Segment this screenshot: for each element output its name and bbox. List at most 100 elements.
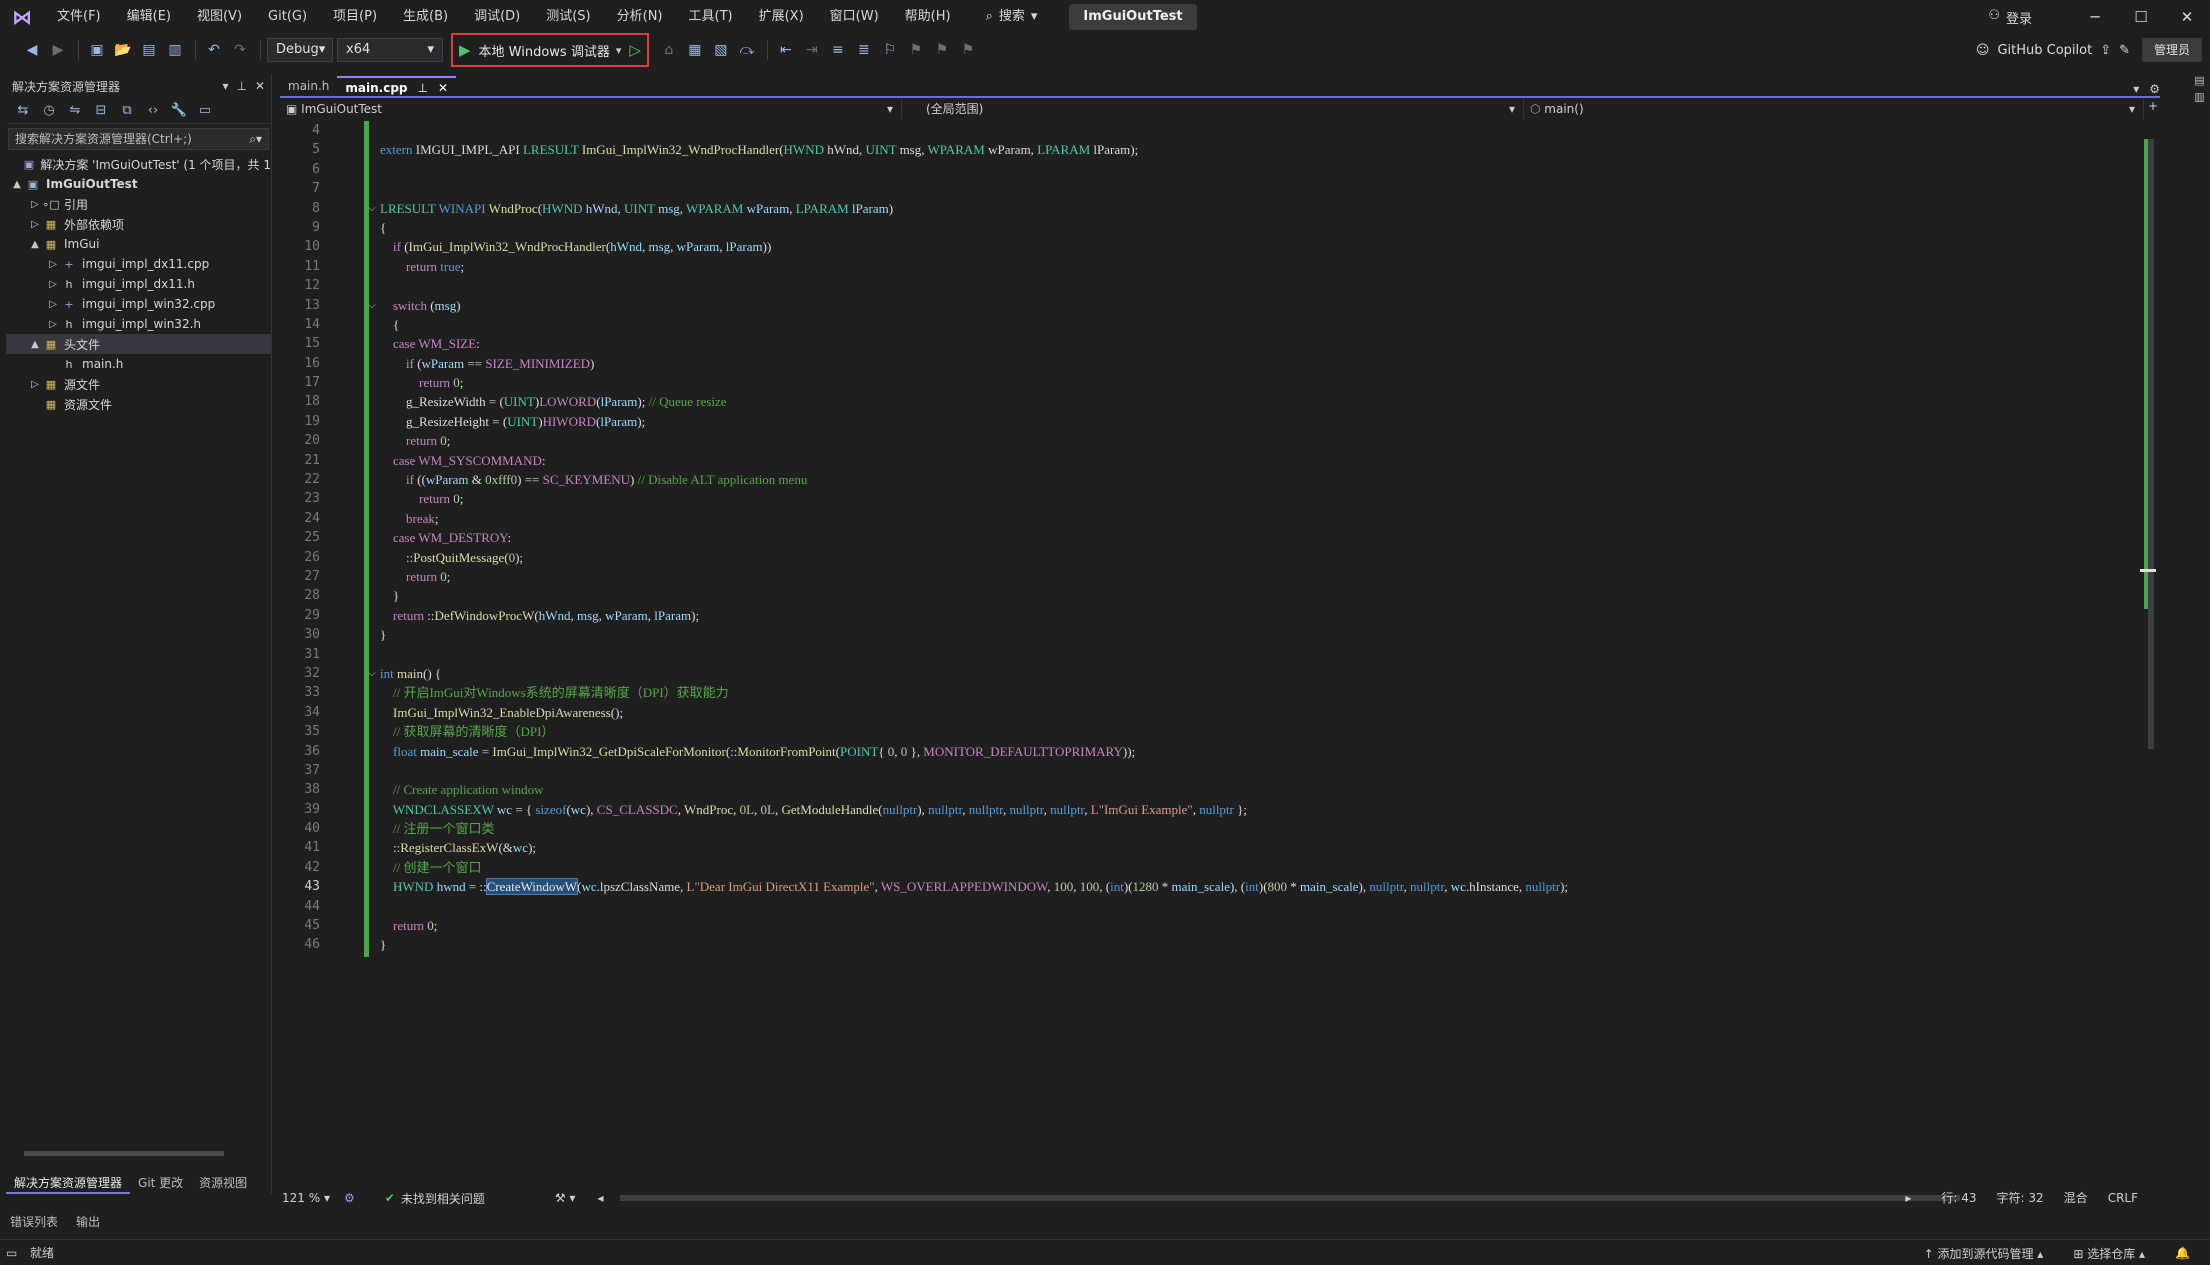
pin-icon[interactable]: ⊥	[418, 78, 428, 96]
layout-icon[interactable]: ▧	[709, 38, 733, 62]
feedback-icon[interactable]: ✎	[2119, 43, 2130, 58]
vertical-scrollbar[interactable]	[2140, 121, 2156, 1187]
add-source-control-button[interactable]: ↑ 添加到源代码管理 ▴	[1924, 1245, 2044, 1262]
solution-search-input[interactable]: 搜索解决方案资源管理器(Ctrl+;) ⌕▾	[8, 128, 269, 150]
gear-icon[interactable]: ⚙	[2149, 82, 2160, 96]
share-icon[interactable]: ⇪	[2100, 43, 2111, 58]
tree-item[interactable]: ▷ ▦ 源文件	[6, 374, 271, 394]
tab-solution-explorer[interactable]: 解决方案资源管理器	[6, 1172, 131, 1194]
open-folder-icon[interactable]: 📂	[111, 38, 135, 62]
prev-bookmark-icon[interactable]: ⚑	[904, 38, 928, 62]
scrollbar-thumb[interactable]	[24, 1151, 224, 1156]
cleanup-icon[interactable]: ⚒ ▾	[555, 1191, 576, 1205]
tree-item[interactable]: ▲ ▦ 头文件	[6, 334, 271, 354]
menu-item[interactable]: 编辑(E)	[114, 0, 184, 34]
code-editor[interactable]: 4 5 6 7 8 9 10 11 12 13 14 15 16 17 18 19 20 21 22 23 24 25 26…	[280, 121, 2156, 1187]
maximize-button[interactable]: ☐	[2118, 0, 2164, 34]
indent-icon[interactable]: ⇤	[774, 38, 798, 62]
line-indicator[interactable]: 行: 43	[1941, 1188, 1976, 1208]
start-without-debugging-icon[interactable]: ▷	[629, 41, 641, 59]
horizontal-scrollbar[interactable]	[14, 1148, 264, 1158]
sync-icon[interactable]: ⇆	[12, 103, 34, 118]
nav-member-select[interactable]: ⬡ main() ▾	[1524, 99, 2144, 119]
line-ending-indicator[interactable]: CRLF	[2108, 1188, 2138, 1208]
menu-item[interactable]: 工具(T)	[676, 0, 746, 34]
close-icon[interactable]: ✕	[438, 78, 448, 96]
menu-item[interactable]: 帮助(H)	[892, 0, 964, 34]
expand-arrow-icon[interactable]: ▷	[46, 299, 60, 310]
show-all-files-icon[interactable]: ⧉	[116, 103, 138, 118]
char-indicator[interactable]: 字符: 32	[1997, 1188, 2044, 1208]
expand-arrow-icon[interactable]: ▲	[28, 239, 42, 250]
intellicode-icon[interactable]: ⚙	[344, 1191, 355, 1205]
tree-item[interactable]: ▲ ▦ ImGui	[6, 234, 271, 254]
notifications-rail-icon[interactable]: ▤ ▥	[2193, 74, 2206, 104]
menu-item[interactable]: Git(G)	[255, 0, 320, 34]
notification-icon[interactable]: 🔔	[2175, 1246, 2190, 1260]
tree-item[interactable]: ▷ h imgui_impl_dx11.h	[6, 274, 271, 294]
select-repo-button[interactable]: ⊞ 选择仓库 ▴	[2073, 1245, 2145, 1262]
minimize-button[interactable]: ─	[2072, 0, 2118, 34]
split-icon[interactable]: +	[2148, 99, 2158, 119]
fold-icon[interactable]: ⌵	[368, 296, 376, 315]
expand-arrow-icon[interactable]: ▷	[28, 199, 42, 210]
run-debugger-button[interactable]: 本地 Windows 调试器	[479, 41, 610, 60]
code-view-icon[interactable]: ‹›	[142, 103, 164, 118]
expand-arrow-icon[interactable]: ▷	[28, 379, 42, 390]
browse-icon[interactable]: ▦	[683, 38, 707, 62]
expand-arrow-icon[interactable]: ▷	[46, 319, 60, 330]
menu-item[interactable]: 视图(V)	[184, 0, 255, 34]
tree-item[interactable]: ▷ + imgui_impl_dx11.cpp	[6, 254, 271, 274]
menu-item[interactable]: 生成(B)	[390, 0, 461, 34]
switch-views-icon[interactable]: ⇋	[64, 103, 86, 118]
undo-icon[interactable]: ↶	[202, 38, 226, 62]
horizontal-scrollbar[interactable]	[620, 1195, 1960, 1201]
zoom-select[interactable]: 121 % ▾	[280, 1191, 344, 1205]
selected-identifier[interactable]: CreateWindowW	[485, 878, 579, 896]
tree-item[interactable]: ▲ ▣ ImGuiOutTest	[6, 174, 271, 194]
play-icon[interactable]: ▶	[459, 41, 471, 59]
tab-resource-view[interactable]: 资源视图	[191, 1172, 255, 1194]
chevron-down-icon[interactable]: ▾	[222, 79, 228, 93]
tree-item[interactable]: ▦ 资源文件	[6, 394, 271, 414]
step-icon[interactable]: ⤼	[735, 38, 759, 62]
pin-icon[interactable]: ⊥	[236, 79, 246, 93]
chevron-down-icon[interactable]: ▾	[2133, 82, 2139, 96]
tab-main-h[interactable]: main.h	[280, 76, 337, 96]
outdent-icon[interactable]: ⇥	[800, 38, 824, 62]
close-button[interactable]: ✕	[2164, 0, 2210, 34]
close-icon[interactable]: ✕	[255, 79, 265, 93]
code-area[interactable]: extern IMGUI_IMPL_API LRESULT ImGui_Impl…	[368, 121, 2130, 955]
forward-icon[interactable]: ▶	[46, 38, 70, 62]
uncomment-icon[interactable]: ≣	[852, 38, 876, 62]
nav-project-select[interactable]: ▣ ImGuiOutTest ▾	[280, 99, 902, 119]
next-bookmark-icon[interactable]: ⚑	[930, 38, 954, 62]
search-box[interactable]: ⌕ 搜索 ▾	[972, 4, 1052, 30]
platform-select[interactable]: x64 ▾	[337, 38, 443, 62]
scrollbar-thumb[interactable]	[2148, 139, 2154, 749]
config-select[interactable]: Debug ▾	[267, 38, 333, 62]
fold-icon[interactable]: ⌵	[368, 199, 376, 218]
bookmark-icon[interactable]: ⚐	[878, 38, 902, 62]
expand-arrow-icon[interactable]: ▷	[28, 219, 42, 230]
menu-item[interactable]: 测试(S)	[533, 0, 603, 34]
issues-indicator[interactable]: ✔ 未找到相关问题	[385, 1190, 485, 1207]
menu-item[interactable]: 分析(N)	[604, 0, 676, 34]
back-icon[interactable]: ◀	[20, 38, 44, 62]
attach-icon[interactable]: ⌂	[657, 38, 681, 62]
login-button[interactable]: ⚇ 登录	[1988, 8, 2032, 27]
chevron-down-icon[interactable]: ▾	[616, 44, 622, 57]
preview-icon[interactable]: ▭	[194, 103, 216, 118]
expand-arrow-icon[interactable]: ▲	[10, 179, 24, 190]
tree-item[interactable]: ▣ 解决方案 'ImGuiOutTest' (1 个项目，共 1	[6, 154, 271, 174]
comment-icon[interactable]: ≡	[826, 38, 850, 62]
menu-item[interactable]: 项目(P)	[320, 0, 390, 34]
tree-item[interactable]: h main.h	[6, 354, 271, 374]
github-copilot-button[interactable]: ☺ GitHub Copilot ⇪ ✎	[1976, 34, 2130, 66]
tab-git-changes[interactable]: Git 更改	[130, 1172, 191, 1194]
tree-item[interactable]: ▷ ▦ 外部依赖项	[6, 214, 271, 234]
scroll-left-icon[interactable]: ◂	[597, 1191, 603, 1205]
new-project-icon[interactable]: ▣	[85, 38, 109, 62]
tree-item[interactable]: ▷ ∘□ 引用	[6, 194, 271, 214]
save-icon[interactable]: ▤	[137, 38, 161, 62]
